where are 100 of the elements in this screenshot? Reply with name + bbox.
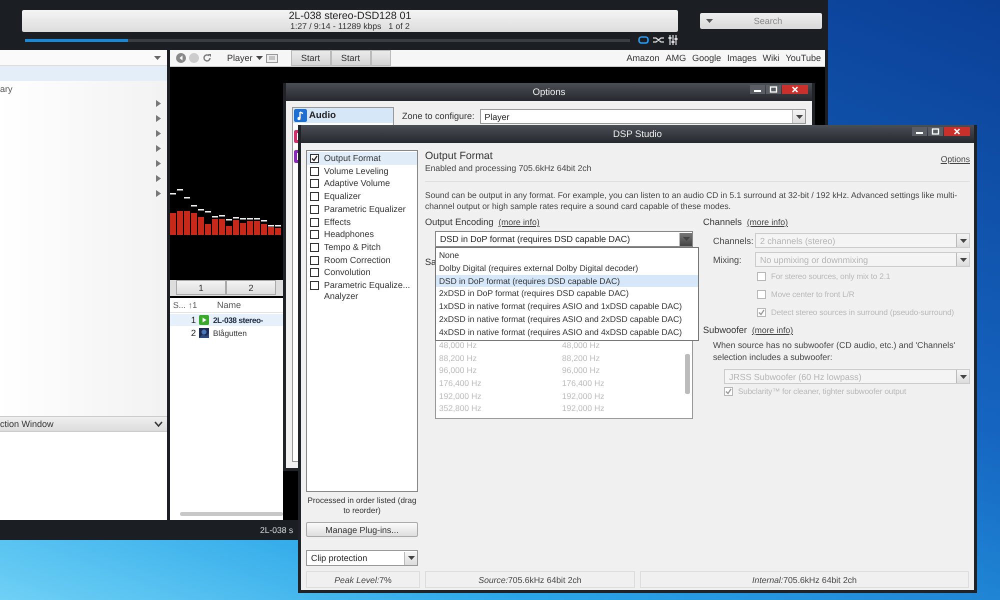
minimize-icon[interactable] (912, 127, 927, 136)
maximize-icon[interactable] (928, 127, 943, 136)
output-encoding-dropdown[interactable]: DSD in DoP format (requires DSD capable DAC) (435, 231, 693, 247)
table-cell-text: 96,000 Hz (561, 365, 601, 376)
view-tab[interactable]: 1 (176, 280, 226, 295)
expand-arrow-icon[interactable] (156, 190, 161, 197)
section-label: Output Encoding (425, 217, 494, 227)
browser-tab[interactable]: Start (330, 50, 371, 66)
checkbox-label: Move center to front L/R (771, 290, 854, 298)
plugin-item[interactable]: Parametric Equalizer (307, 202, 417, 216)
plugin-item[interactable]: Adaptive Volume (307, 177, 417, 190)
status-cell: Peak Level:7% (306, 571, 420, 588)
plugin-item[interactable]: Volume Leveling (307, 164, 417, 178)
playlist-row[interactable]: 1 2L-038 stereo- (170, 314, 283, 326)
table-cell-text: 176,400 Hz (561, 378, 606, 388)
column-header[interactable]: Name (213, 300, 242, 310)
expand-arrow-icon[interactable] (156, 145, 161, 152)
plugin-item[interactable]: Headphones (307, 228, 417, 241)
chevron-down-icon (154, 420, 163, 428)
checkbox[interactable] (310, 268, 319, 278)
window-title: Options (532, 86, 566, 98)
tree-row[interactable]: ary (0, 81, 167, 96)
status-cell: Internal:705.6kHz 64bit 2ch (640, 571, 969, 588)
view-tab[interactable]: 2 (226, 280, 276, 295)
checkbox[interactable] (310, 218, 319, 227)
dropdown-option[interactable]: 1xDSD in native format (requires ASIO and 1xDSD capable DAC) (436, 300, 698, 313)
window-title: DSP Studio (613, 128, 662, 140)
field-label: Mixing: (713, 254, 743, 264)
web-link[interactable]: Wiki (762, 53, 780, 63)
more-info-link[interactable]: (more info) (498, 217, 540, 227)
expand-arrow-icon[interactable] (156, 130, 161, 137)
sidebar-item[interactable]: Audio (293, 108, 393, 123)
table-cell-text: 192,000 Hz (561, 403, 606, 414)
dropdown-option[interactable]: 4xDSD in native format (requires ASIO and 4xDSD capable DAC) (436, 326, 698, 339)
expand-arrow-icon[interactable] (156, 175, 161, 182)
web-link[interactable]: AMG (666, 53, 686, 63)
table-cell-text: 96,000 Hz (438, 365, 478, 376)
dropdown-option[interactable]: Dolby Digital (requires external Dolby Digital decoder) (436, 262, 698, 275)
refresh-icon[interactable] (202, 53, 212, 63)
dropdown-option[interactable]: 2xDSD in DoP format (requires DSD capable DAC) (436, 287, 698, 300)
close-icon[interactable] (944, 127, 970, 136)
plugin-item[interactable]: Convolution (307, 266, 417, 280)
table-cell-text: 88,200 Hz (438, 352, 478, 363)
playlist-row[interactable]: 2 Blågutten (170, 327, 283, 339)
zone-dropdown[interactable]: Player (480, 109, 806, 124)
plugin-item[interactable]: Output Format (307, 152, 417, 165)
plugin-item[interactable]: Tempo & Pitch (307, 240, 417, 254)
more-info-link[interactable]: (more info) (746, 217, 788, 227)
checkbox[interactable] (310, 256, 319, 265)
web-link[interactable]: YouTube (786, 53, 821, 63)
panel-title: Output Format (425, 150, 494, 162)
scrollbar[interactable] (685, 354, 690, 394)
table-cell-text: 192,000 Hz (561, 390, 606, 401)
caret-icon (705, 17, 714, 25)
clip-protection-dropdown[interactable]: Clip protection (306, 550, 418, 566)
equalizer-icon[interactable] (668, 35, 678, 45)
checkbox[interactable] (310, 179, 319, 188)
checkbox[interactable] (310, 204, 319, 214)
description-text: When source has no subwoofer (CD audio, etc.) and 'Channels' selection includes a subwoofer: (712, 339, 956, 363)
track-info: 1:27 / 9:14 - 11289 kbps 1 of 2 (290, 21, 410, 31)
checkbox[interactable] (310, 281, 319, 290)
expand-arrow-icon[interactable] (156, 160, 161, 167)
plugin-item[interactable]: Effects (307, 216, 417, 228)
column-header[interactable]: S... ↑1 (170, 300, 213, 310)
maximize-icon[interactable] (766, 85, 781, 94)
plugin-item[interactable]: Parametric Equalize... Analyzer (307, 279, 417, 302)
field-label: Zone to configure: (402, 110, 475, 123)
search-field[interactable]: Search (700, 13, 822, 29)
plugin-item[interactable]: Room Correction (307, 254, 417, 266)
scrollbar[interactable] (180, 512, 283, 516)
web-link[interactable]: Amazon (626, 53, 660, 63)
web-link[interactable]: Google (692, 53, 722, 63)
checkbox[interactable] (310, 242, 319, 252)
repeat-icon[interactable] (638, 36, 649, 44)
panel-subtitle: Enabled and processing 705.6kHz 64bit 2ch (425, 163, 592, 173)
checkbox-label: For stereo sources, only mix to 2.1 (771, 272, 890, 280)
plugin-item[interactable]: Equalizer (307, 190, 417, 203)
table-cell-text: 48,000 Hz (561, 340, 601, 350)
expand-arrow-icon[interactable] (156, 100, 161, 107)
checkbox[interactable] (310, 230, 319, 240)
dropdown-option[interactable]: None (436, 249, 698, 262)
expand-arrow-icon[interactable] (156, 115, 161, 122)
manage-plugins-button[interactable]: Manage Plug-ins... (306, 522, 418, 537)
table-cell-text: 176,400 Hz (438, 378, 482, 388)
player-menu[interactable]: Player (227, 53, 263, 63)
checkbox[interactable] (310, 192, 319, 202)
close-icon[interactable] (782, 85, 808, 94)
panel-icon[interactable] (266, 54, 278, 62)
dropdown-option[interactable]: DSD in DoP format (requires DSD capable DAC) (436, 274, 698, 288)
dropdown-option[interactable]: 2xDSD in native format (requires ASIO and 2xDSD capable DAC) (436, 312, 698, 326)
options-link[interactable]: Options (940, 154, 970, 164)
track-title: 2L-038 stereo-DSD128 01 (288, 11, 412, 21)
web-link[interactable]: Images (727, 53, 757, 63)
checkbox[interactable] (310, 166, 319, 176)
checkbox[interactable] (310, 154, 319, 163)
action-window-bar[interactable]: ction Window (0, 416, 167, 432)
minimize-icon[interactable] (750, 85, 765, 94)
browser-tab[interactable]: Start (290, 50, 331, 66)
back-icon[interactable] (176, 53, 186, 63)
shuffle-icon[interactable] (653, 36, 664, 44)
